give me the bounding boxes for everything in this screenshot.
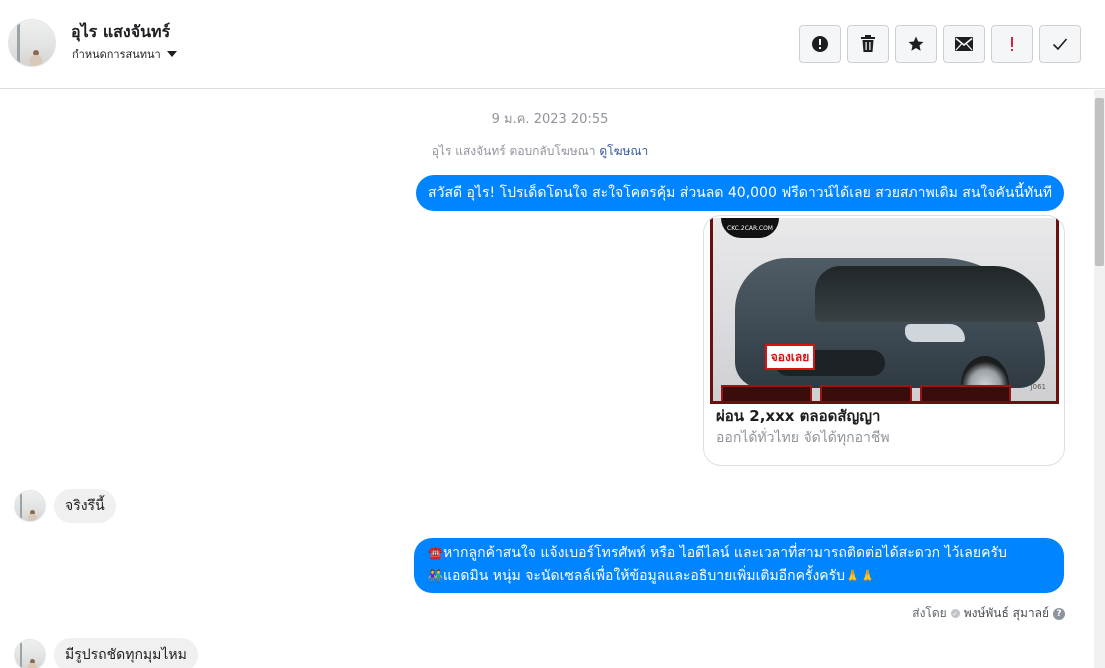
avatar-background	[20, 491, 22, 521]
assign-conversation-dropdown[interactable]: กำหนดการสนทนา	[72, 45, 177, 63]
message-line: 👫แอดมิน หนุ่ม จะนัดเซลล์เพื่อให้ข้อมูลแล…	[428, 565, 1052, 588]
outgoing-message[interactable]: สวัสดี อุไร! โปรเด็ดโดนใจ สะใจโคตรคุ้ม ส…	[416, 175, 1064, 211]
ad-reply-notice: อุไร แสงจันทร์ ตอบกลับโฆษณา ดูโฆษณา	[0, 142, 1080, 161]
star-icon	[908, 36, 924, 51]
sent-by-prefix: ส่งโดย	[912, 606, 947, 620]
car-windshield	[815, 266, 1045, 322]
inbox-conversation: อุไร แสงจันทร์ กำหนดการสนทนา 9 ม.ค. 2023…	[0, 0, 1105, 668]
agent-name[interactable]: พงษ์พันธ์ สุมาลย์	[964, 604, 1049, 623]
avatar-person-body	[28, 514, 37, 521]
star-button[interactable]	[895, 25, 937, 63]
follow-up-button[interactable]	[991, 25, 1033, 63]
telephone-icon: ☎️	[428, 546, 443, 560]
message-thread[interactable]: 9 ม.ค. 2023 20:55 อุไร แสงจันทร์ ตอบกลับ…	[0, 90, 1094, 668]
ad-title: ผ่อน 2,xxx ตลอดสัญญา	[716, 407, 881, 425]
help-icon[interactable]: ?	[1053, 607, 1065, 620]
checkmark-icon	[1052, 38, 1068, 51]
report-spam-button[interactable]	[799, 25, 841, 63]
contact-avatar-small[interactable]	[14, 490, 46, 522]
people-icon: 👫	[428, 569, 443, 583]
contact-avatar[interactable]	[8, 19, 56, 67]
contact-name[interactable]: อุไร แสงจันทร์	[71, 20, 170, 45]
incoming-message-row: มีรูปรถชัดทุกมุมไหม	[14, 638, 198, 668]
car-code: J061	[1030, 383, 1046, 391]
delete-button[interactable]	[847, 25, 889, 63]
ad-reply-text: อุไร แสงจันทร์ ตอบกลับโฆษณา	[431, 144, 596, 158]
assign-label: กำหนดการสนทนา	[72, 48, 161, 61]
thumbnail	[919, 385, 1011, 401]
contact-avatar-small[interactable]	[14, 639, 46, 668]
dealer-logo: CKC.2CAR.COM	[721, 218, 779, 238]
message-text: แอดมิน หนุ่ม จะนัดเซลล์เพื่อให้ข้อมูลและ…	[442, 568, 846, 584]
caret-down-icon	[166, 51, 177, 57]
car-headlight	[905, 324, 965, 342]
outgoing-message[interactable]: ☎️หากลูกค้าสนใจ แจ้งเบอร์โทรศัพท์ หรือ ไ…	[414, 538, 1064, 593]
exclamation-icon	[1011, 37, 1013, 51]
ad-subtitle: ออกได้ทั่วไทย จัดได้ทุกอาชีพ	[716, 430, 890, 446]
sent-by-label: ส่งโดย ✓ พงษ์พันธ์ สุมาลย์ ?	[912, 604, 1065, 623]
conversation-header: อุไร แสงจันทร์ กำหนดการสนทนา	[0, 0, 1105, 89]
ad-car-image: CKC.2CAR.COM จองเลย J061	[710, 218, 1059, 404]
view-ad-link[interactable]: ดูโฆษณา	[599, 144, 648, 158]
trash-icon	[861, 35, 875, 52]
message-text: หากลูกค้าสนใจ แจ้งเบอร์โทรศัพท์ หรือ ไอด…	[442, 545, 1007, 561]
booking-plate: จองเลย	[765, 344, 815, 370]
verified-check-icon: ✓	[950, 609, 960, 618]
mark-done-button[interactable]	[1039, 25, 1081, 63]
image-thumbnails	[721, 385, 1011, 401]
mark-unread-button[interactable]	[943, 25, 985, 63]
action-toolbar	[799, 25, 1081, 63]
envelope-icon	[955, 37, 973, 51]
avatar-person-body	[30, 55, 42, 66]
incoming-message[interactable]: จริงรึนี้	[54, 489, 116, 523]
thumbnail	[820, 385, 912, 401]
thread-scrollbar[interactable]	[1094, 90, 1105, 668]
avatar-background	[17, 20, 20, 66]
incoming-message-row: จริงรึนี้	[14, 489, 116, 523]
message-line: ☎️หากลูกค้าสนใจ แจ้งเบอร์โทรศัพท์ หรือ ไ…	[428, 542, 1052, 565]
scrollbar-thumb[interactable]	[1095, 98, 1104, 266]
ad-preview-card[interactable]: CKC.2CAR.COM จองเลย J061 ผ่อน 2,xxx ตลอด…	[703, 215, 1065, 466]
alert-circle-icon	[812, 36, 828, 52]
thumbnail	[721, 385, 813, 401]
message-timestamp: 9 ม.ค. 2023 20:55	[491, 112, 609, 127]
folded-hands-icon: 🙏🙏	[845, 569, 875, 583]
avatar-person-body	[28, 663, 37, 668]
avatar-background	[20, 640, 22, 668]
incoming-message[interactable]: มีรูปรถชัดทุกมุมไหม	[54, 638, 198, 668]
